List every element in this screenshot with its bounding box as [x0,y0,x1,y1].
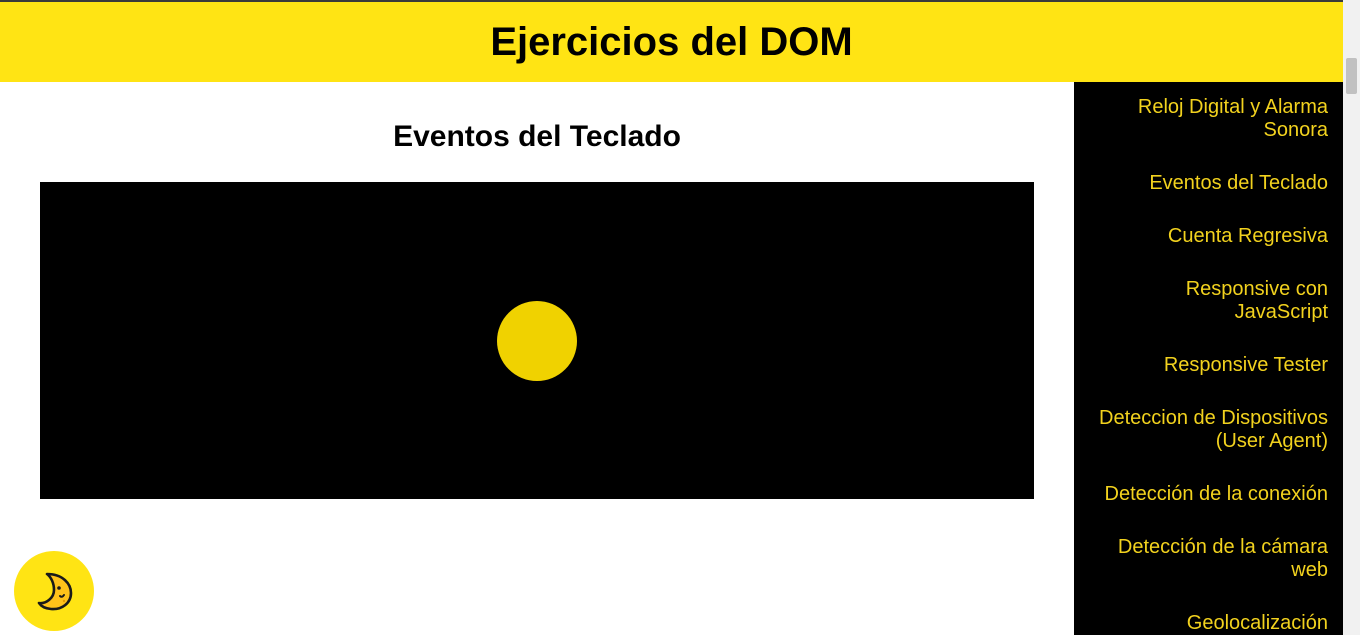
moving-ball [497,301,577,381]
menu-item: Responsive con JavaScript [1074,278,1328,324]
moon-icon [37,572,73,611]
menu-item: Detección de la conexión [1074,483,1328,506]
menu-link-deteccion-camara[interactable]: Detección de la cámara web [1088,536,1328,582]
menu-link-cuenta-regresiva[interactable]: Cuenta Regresiva [1168,225,1328,248]
main-content: Eventos del Teclado [0,82,1074,635]
menu-link-reloj-digital[interactable]: Reloj Digital y Alarma Sonora [1088,96,1328,142]
page-title: Ejercicios del DOM [490,19,853,64]
keyboard-stage[interactable] [40,182,1034,499]
menu-link-geolocalizacion[interactable]: Geolocalización [1187,612,1328,635]
header: Ejercicios del DOM [0,2,1343,82]
menu-link-deteccion-conexion[interactable]: Detección de la conexión [1105,483,1328,506]
menu-item: Deteccion de Dispositivos (User Agent) [1074,407,1328,453]
scrollbar-thumb[interactable] [1346,58,1357,94]
menu-item: Responsive Tester [1074,354,1328,377]
menu-list: Reloj Digital y Alarma Sonora Eventos de… [1074,82,1343,635]
dark-mode-button[interactable] [14,551,94,631]
menu-link-deteccion-dispositivos[interactable]: Deteccion de Dispositivos (User Agent) [1088,407,1328,453]
menu-link-eventos-teclado[interactable]: Eventos del Teclado [1149,172,1328,195]
menu-item: Cuenta Regresiva [1074,225,1328,248]
vertical-scrollbar[interactable] [1343,0,1360,635]
menu-item: Eventos del Teclado [1074,172,1328,195]
sidebar-menu: Reloj Digital y Alarma Sonora Eventos de… [1074,82,1343,635]
menu-item: Geolocalización [1074,612,1328,635]
menu-link-responsive-tester[interactable]: Responsive Tester [1164,354,1328,377]
page: Ejercicios del DOM Eventos del Teclado R… [0,0,1360,635]
menu-item: Reloj Digital y Alarma Sonora [1074,96,1328,142]
section-title: Eventos del Teclado [393,120,681,153]
menu-item: Detección de la cámara web [1074,536,1328,582]
menu-link-responsive-js[interactable]: Responsive con JavaScript [1088,278,1328,324]
